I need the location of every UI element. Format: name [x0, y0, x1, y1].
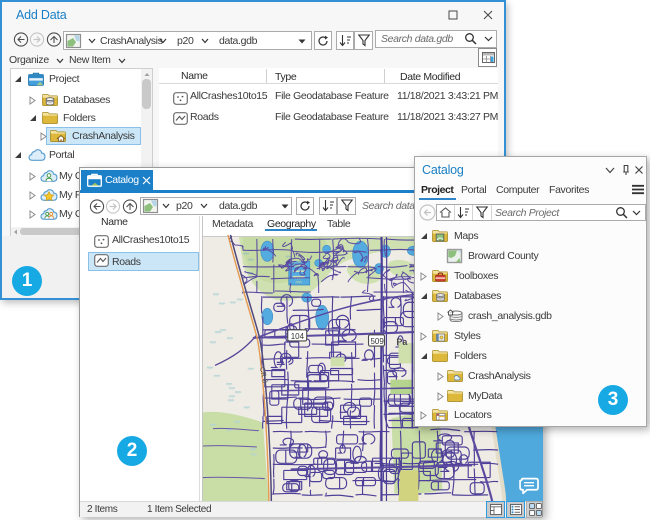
svg-text:Pa: Pa: [396, 337, 408, 347]
svg-text:104: 104: [291, 332, 305, 341]
svg-text:509: 509: [371, 337, 385, 346]
